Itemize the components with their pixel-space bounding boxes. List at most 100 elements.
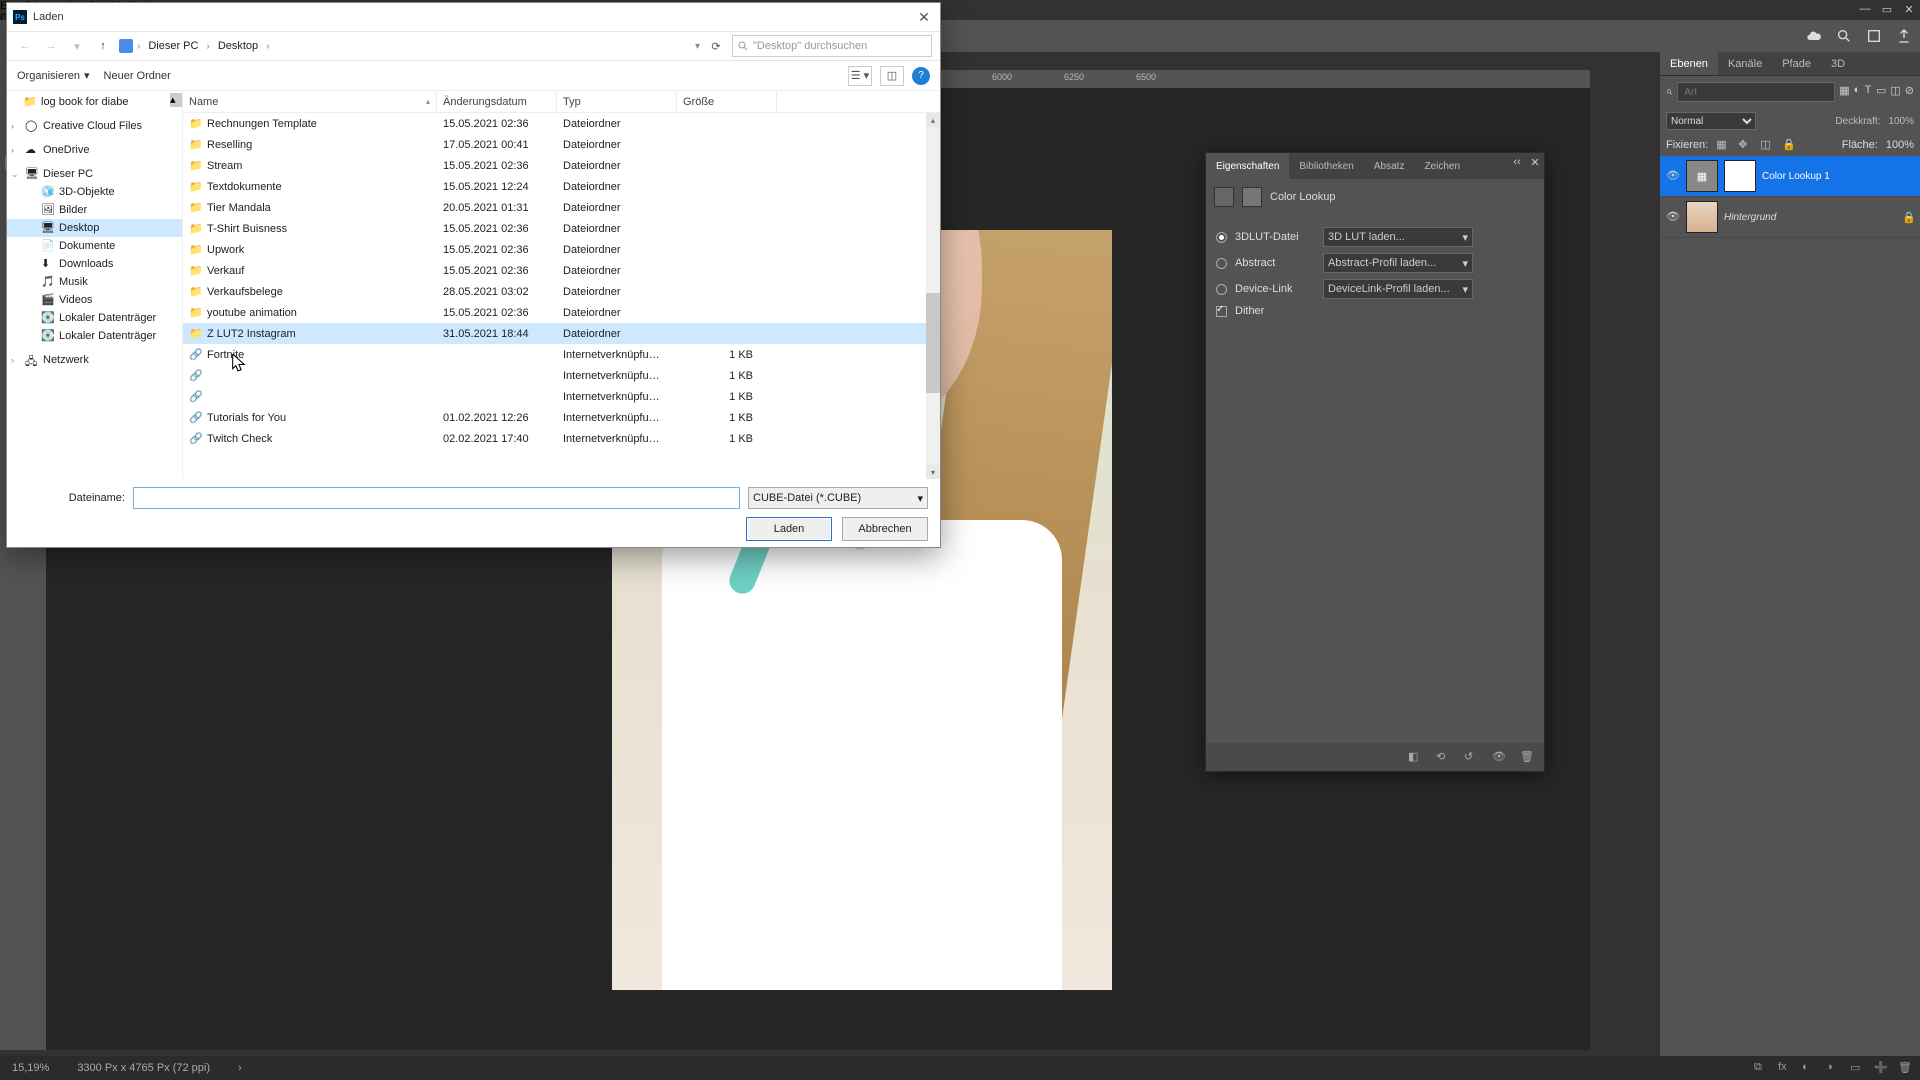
search-input[interactable]: "Desktop" durchsuchen <box>732 35 932 57</box>
tree-node[interactable]: ⬇Downloads <box>7 255 182 273</box>
scroll-down-icon[interactable]: ▾ <box>926 465 940 479</box>
breadcrumb[interactable]: › Dieser PC › Desktop › ▾ <box>119 38 700 54</box>
radio-abstract[interactable] <box>1216 258 1227 269</box>
expand-icon[interactable]: › <box>11 121 21 131</box>
col-type[interactable]: Typ <box>557 91 677 112</box>
share-icon[interactable] <box>1896 28 1912 44</box>
tree-node[interactable]: ⌄🖥Dieser PC <box>7 165 182 183</box>
eye-icon[interactable]: 👁 <box>1666 169 1680 183</box>
dialog-close-button[interactable]: ✕ <box>914 7 934 27</box>
tree-node[interactable]: 🧊3D-Objekte <box>7 183 182 201</box>
tree-node[interactable]: 🎵Musik <box>7 273 182 291</box>
radio-3dlut[interactable] <box>1216 232 1227 243</box>
panel-close-icon[interactable]: ✕ <box>1528 155 1542 169</box>
tree-node[interactable]: ›🖧Netzwerk <box>7 351 182 369</box>
file-row[interactable]: 📁Stream15.05.2021 02:36Dateiordner <box>183 155 940 176</box>
eye-icon[interactable]: 👁 <box>1666 210 1680 224</box>
filter-pixel-icon[interactable]: ▦ <box>1839 84 1849 100</box>
expand-icon[interactable]: › <box>11 355 21 365</box>
refresh-button[interactable]: ⟳ <box>706 36 726 56</box>
reset-icon[interactable]: ↺ <box>1464 750 1478 764</box>
tab-paragraph[interactable]: Absatz <box>1364 153 1415 179</box>
nav-recent-button[interactable]: ▾ <box>67 36 87 56</box>
file-row[interactable]: 📁Reselling17.05.2021 00:41Dateiordner <box>183 134 940 155</box>
file-row[interactable]: 📁T-Shirt Buisness15.05.2021 02:36Dateior… <box>183 218 940 239</box>
chevron-right-icon[interactable]: › <box>137 41 140 52</box>
close-button[interactable]: ✕ <box>1898 0 1920 18</box>
file-row[interactable]: 📁Textdokumente15.05.2021 12:24Dateiordne… <box>183 176 940 197</box>
blend-mode-select[interactable]: Normal <box>1666 112 1756 130</box>
tree-node[interactable]: 🖥Desktop <box>7 219 182 237</box>
delete-icon[interactable]: 🗑 <box>1898 1061 1912 1075</box>
tree-node[interactable]: ›◯Creative Cloud Files <box>7 117 182 135</box>
opacity-value[interactable]: 100% <box>1888 116 1914 127</box>
chevron-right-icon[interactable]: › <box>266 41 269 52</box>
file-row[interactable]: 📁Verkauf15.05.2021 02:36Dateiordner <box>183 260 940 281</box>
scroll-up-icon[interactable]: ▴ <box>926 113 940 127</box>
nav-back-button[interactable]: ← <box>15 36 35 56</box>
tab-character[interactable]: Zeichen <box>1414 153 1470 179</box>
search-icon[interactable] <box>1836 28 1852 44</box>
adjustment-add-icon[interactable]: ◑ <box>1826 1061 1840 1075</box>
link-icon[interactable]: ⧉ <box>1754 1061 1768 1075</box>
file-row[interactable]: 📁Upwork15.05.2021 02:36Dateiordner <box>183 239 940 260</box>
col-size[interactable]: Größe <box>677 91 777 112</box>
cloud-icon[interactable] <box>1806 28 1822 44</box>
file-row[interactable]: 🔗Internetverknüpfu…1 KB <box>183 386 940 407</box>
info-chevron-icon[interactable]: › <box>238 1062 242 1074</box>
lock-icon[interactable]: 🔒 <box>1902 211 1914 223</box>
tab-paths[interactable]: Pfade <box>1772 52 1821 75</box>
zoom-value[interactable]: 15,19% <box>12 1062 49 1074</box>
filename-input[interactable] <box>133 487 740 509</box>
tree-node[interactable]: 🎬Videos <box>7 291 182 309</box>
tree-node[interactable]: 💽Lokaler Datenträger <box>7 309 182 327</box>
tree-node[interactable]: 🖼Bilder <box>7 201 182 219</box>
new-folder-button[interactable]: Neuer Ordner <box>104 70 171 82</box>
file-list[interactable]: Name▴ Änderungsdatum Typ Größe 📁Rechnung… <box>183 91 940 479</box>
file-row[interactable]: 🔗FortniteInternetverknüpfu…1 KB <box>183 344 940 365</box>
tree-node[interactable]: 💽Lokaler Datenträger <box>7 327 182 345</box>
history-icon[interactable] <box>1866 28 1882 44</box>
expand-icon[interactable]: › <box>11 145 21 155</box>
fill-value[interactable]: 100% <box>1886 139 1914 151</box>
tree-scrollbar-up[interactable]: ▴ <box>170 93 182 107</box>
maximize-button[interactable]: ▭ <box>1876 0 1898 18</box>
visibility-icon[interactable]: 👁 <box>1492 750 1506 764</box>
file-row[interactable]: 🔗Internetverknüpfu…1 KB <box>183 365 940 386</box>
crumb-desktop[interactable]: Desktop <box>214 38 262 54</box>
tab-libraries[interactable]: Bibliotheken <box>1289 153 1363 179</box>
filter-type-icon[interactable]: T <box>1865 84 1872 100</box>
view-mode-button[interactable]: ☰ ▾ <box>848 66 872 86</box>
tree-node[interactable]: ›☁OneDrive <box>7 141 182 159</box>
layer-filter-input[interactable] <box>1677 82 1835 102</box>
nav-up-button[interactable]: ↑ <box>93 36 113 56</box>
lock-pixels-icon[interactable]: ▦ <box>1716 138 1730 152</box>
select-3dlut[interactable]: 3D LUT laden...▾ <box>1323 227 1473 247</box>
open-button[interactable]: Laden <box>746 517 832 541</box>
checkbox-dither[interactable] <box>1216 306 1227 317</box>
lock-artboard-icon[interactable]: ◫ <box>1760 138 1774 152</box>
nav-fwd-button[interactable]: → <box>41 36 61 56</box>
tab-layers[interactable]: Ebenen <box>1660 52 1718 75</box>
collapse-icon[interactable]: ⌄ <box>11 169 21 180</box>
fx-icon[interactable]: fx <box>1778 1061 1792 1075</box>
filetype-select[interactable]: CUBE-Datei (*.CUBE)▾ <box>748 487 928 509</box>
file-row[interactable]: 📁Z LUT2 Instagram31.05.2021 18:44Dateior… <box>183 323 940 344</box>
filter-search-icon[interactable] <box>1666 84 1673 100</box>
tree-node[interactable]: 📄Dokumente <box>7 237 182 255</box>
select-devicelink[interactable]: DeviceLink-Profil laden...▾ <box>1323 279 1473 299</box>
layer-row[interactable]: 👁 Hintergrund 🔒 <box>1660 197 1920 238</box>
tab-channels[interactable]: Kanäle <box>1718 52 1772 75</box>
group-icon[interactable]: ▭ <box>1850 1061 1864 1075</box>
file-row[interactable]: 📁Rechnungen Template15.05.2021 02:36Date… <box>183 113 940 134</box>
chevron-down-icon[interactable]: ▾ <box>695 41 700 52</box>
prev-state-icon[interactable]: ⟲ <box>1436 750 1450 764</box>
layer-name[interactable]: Hintergrund <box>1724 212 1896 223</box>
file-row[interactable]: 📁Tier Mandala20.05.2021 01:31Dateiordner <box>183 197 940 218</box>
cancel-button[interactable]: Abbrechen <box>842 517 928 541</box>
panel-collapse-icon[interactable]: ‹‹ <box>1510 155 1524 169</box>
folder-tree[interactable]: ▴ 📁log book for diabe ›◯Creative Cloud F… <box>7 91 183 479</box>
tree-node[interactable]: 📁log book for diabe <box>7 93 182 111</box>
minimize-button[interactable]: — <box>1854 0 1876 18</box>
file-row[interactable]: 📁youtube animation15.05.2021 02:36Dateio… <box>183 302 940 323</box>
